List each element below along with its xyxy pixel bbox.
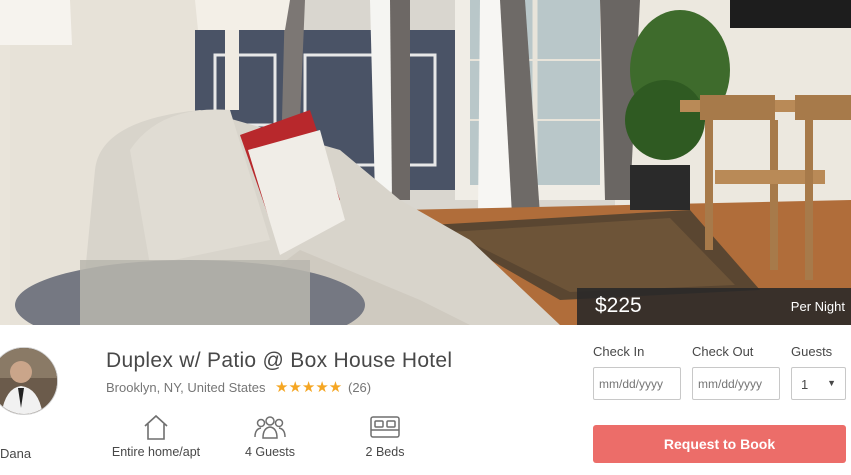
- bed-icon: [370, 416, 400, 438]
- star-rating: ★★★★★: [275, 379, 343, 396]
- amenity-label: Entire home/apt: [111, 445, 201, 459]
- amenity-label: 2 Beds: [365, 445, 405, 459]
- check-out-label: Check Out: [692, 344, 754, 359]
- price-period: Per Night: [790, 299, 845, 314]
- living-room-photo: [0, 0, 851, 325]
- check-in-label: Check In: [593, 344, 645, 359]
- host-name[interactable]: Dana: [0, 446, 31, 461]
- nightly-price: $225: [595, 294, 642, 317]
- amenity-label: 4 Guests: [244, 445, 296, 459]
- review-count[interactable]: (26): [348, 380, 371, 395]
- guests-select[interactable]: 1 ▼: [791, 367, 846, 400]
- price-bar: $225 Per Night: [577, 288, 851, 325]
- listing-photo[interactable]: $225 Per Night: [0, 0, 851, 325]
- amenity-beds: 2 Beds: [355, 412, 415, 459]
- listing-title: Duplex w/ Patio @ Box House Hotel: [106, 349, 453, 372]
- amenity-guests: 4 Guests: [235, 412, 305, 459]
- guests-icon: [254, 416, 286, 439]
- check-in-input[interactable]: [593, 367, 681, 400]
- check-out-input[interactable]: [692, 367, 780, 400]
- chevron-down-icon: ▼: [827, 378, 836, 388]
- guests-label: Guests: [791, 344, 833, 359]
- host-photo: [0, 348, 57, 414]
- listing-location[interactable]: Brooklyn, NY, United States: [106, 380, 265, 395]
- request-to-book-button[interactable]: Request to Book: [593, 425, 846, 463]
- amenity-room-type: Entire home/apt: [106, 412, 206, 459]
- host-avatar[interactable]: [0, 347, 58, 415]
- guests-value: 1: [801, 377, 809, 392]
- home-icon: [144, 414, 168, 440]
